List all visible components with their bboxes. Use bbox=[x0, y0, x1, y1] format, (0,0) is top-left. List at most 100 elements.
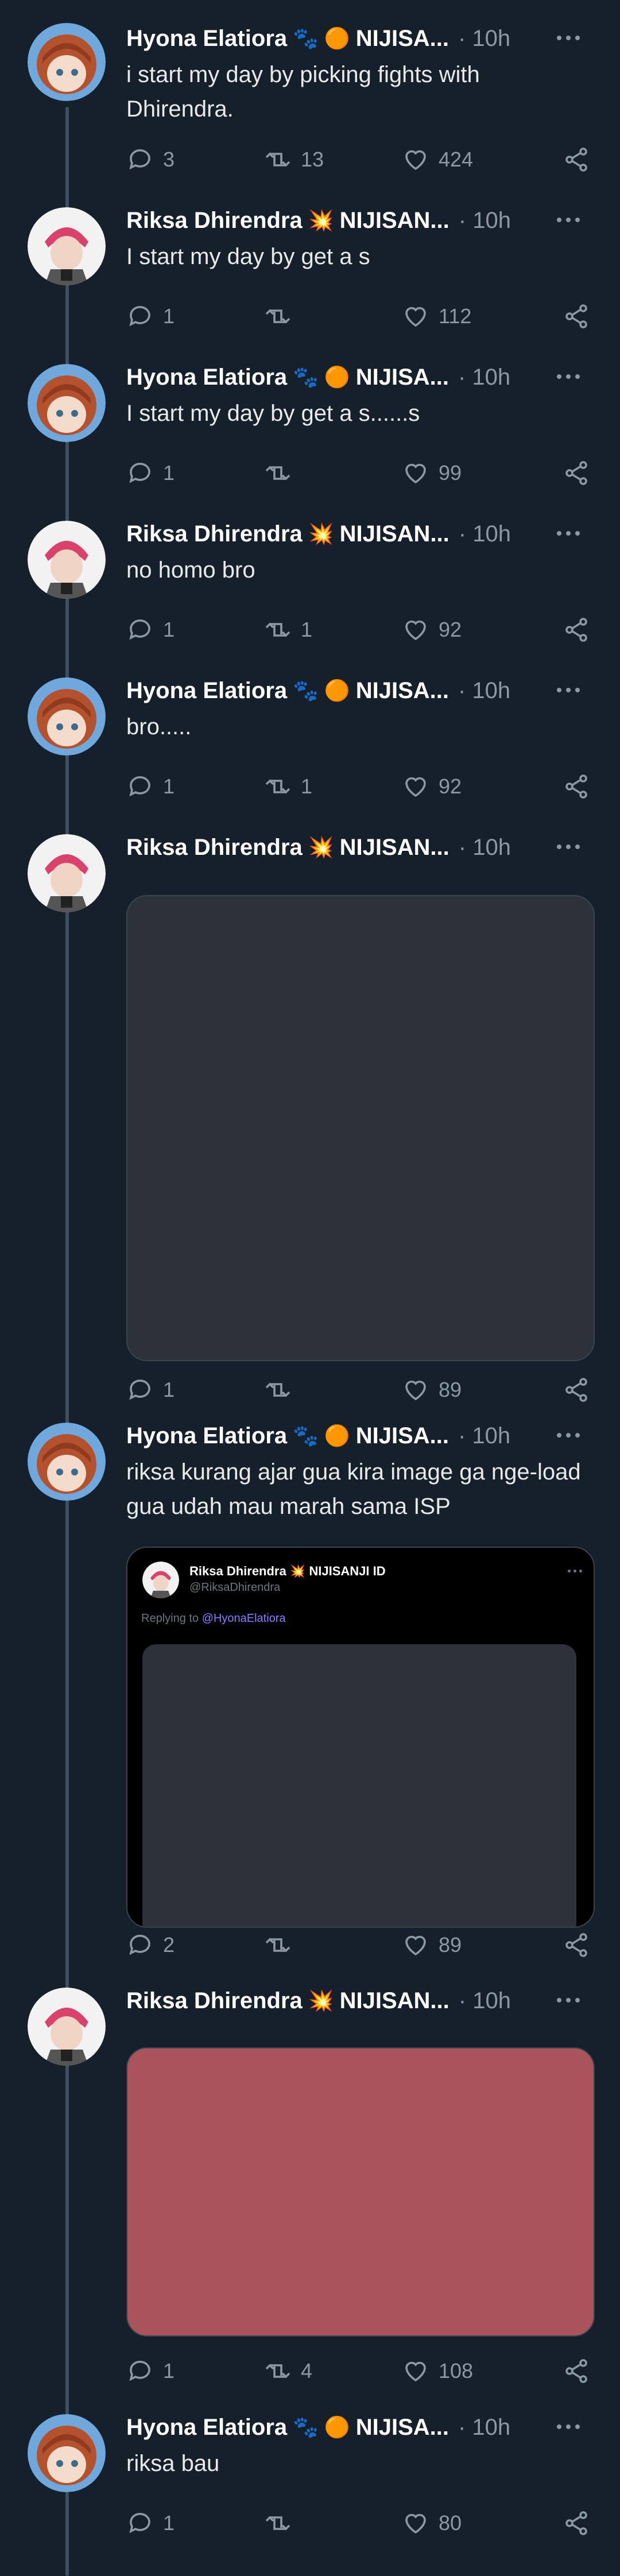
avatar-hyona[interactable] bbox=[28, 23, 106, 101]
like-button[interactable]: 80 bbox=[402, 2506, 462, 2540]
display-name[interactable]: Hyona Elatiora bbox=[126, 1423, 287, 1449]
retweet-button[interactable] bbox=[264, 2506, 301, 2540]
share-button[interactable] bbox=[563, 1928, 590, 1962]
avatar-hyona[interactable] bbox=[28, 677, 106, 756]
retweet-count: 4 bbox=[301, 2359, 313, 2383]
reply-button[interactable]: 1 bbox=[126, 613, 175, 647]
reply-icon bbox=[129, 776, 150, 797]
share-button[interactable] bbox=[563, 2354, 590, 2388]
like-button[interactable]: 89 bbox=[402, 1373, 462, 1407]
timestamp[interactable]: · 10h bbox=[458, 26, 510, 52]
avatar-hyona[interactable] bbox=[28, 1423, 106, 1501]
timestamp[interactable]: · 10h bbox=[458, 1423, 510, 1449]
retweet-button[interactable]: 1 bbox=[264, 769, 312, 804]
more-options-icon[interactable] bbox=[551, 26, 586, 49]
share-button[interactable] bbox=[563, 769, 590, 804]
avatar-riksa[interactable] bbox=[28, 521, 106, 599]
like-count: 89 bbox=[439, 1378, 462, 1401]
share-button[interactable] bbox=[563, 456, 590, 490]
collision-icon: 💥 bbox=[308, 835, 334, 859]
replying-to-link[interactable]: @HyonaElatiora bbox=[202, 1612, 286, 1625]
quoted-tweet[interactable]: Riksa Dhirendra 💥 NIJISANJI ID @RiksaDhi… bbox=[126, 1547, 595, 1928]
share-button[interactable] bbox=[563, 2506, 590, 2540]
share-button[interactable] bbox=[563, 1373, 590, 1407]
share-button[interactable] bbox=[563, 142, 590, 177]
display-name[interactable]: Hyona Elatiora bbox=[126, 678, 287, 704]
avatar-hyona[interactable] bbox=[28, 364, 106, 442]
retweet-button[interactable] bbox=[264, 456, 301, 490]
reply-button[interactable]: 3 bbox=[126, 142, 175, 177]
retweet-button[interactable] bbox=[264, 1373, 301, 1407]
more-options-icon[interactable] bbox=[551, 208, 586, 231]
orange-badge-icon: 🟠 bbox=[324, 679, 350, 702]
like-button[interactable]: 89 bbox=[402, 1928, 462, 1962]
share-button[interactable] bbox=[563, 613, 590, 647]
like-button[interactable]: 112 bbox=[402, 299, 471, 334]
like-button[interactable]: 92 bbox=[402, 613, 462, 647]
reply-button[interactable]: 1 bbox=[126, 299, 175, 334]
timestamp[interactable]: · 10h bbox=[458, 678, 510, 704]
like-button[interactable]: 92 bbox=[402, 769, 462, 804]
quoted-avatar bbox=[142, 1562, 179, 1598]
collision-icon: 💥 bbox=[308, 522, 334, 545]
retweet-icon bbox=[265, 466, 290, 481]
reply-button[interactable]: 2 bbox=[126, 1928, 175, 1962]
reply-button[interactable]: 1 bbox=[126, 2354, 175, 2388]
display-name[interactable]: Riksa Dhirendra bbox=[126, 1988, 303, 2014]
timestamp[interactable]: · 10h bbox=[459, 835, 511, 861]
avatar-riksa[interactable] bbox=[28, 1988, 106, 2066]
reply-button[interactable]: 1 bbox=[126, 456, 175, 490]
thread-line bbox=[65, 107, 69, 2576]
retweet-button[interactable]: 4 bbox=[264, 2354, 312, 2388]
share-icon bbox=[565, 461, 587, 485]
more-options-icon[interactable] bbox=[551, 835, 586, 858]
share-icon bbox=[565, 304, 587, 328]
tweet-header: Hyona Elatiora 🐾 🟠 NIJISA... · 10h bbox=[126, 1420, 586, 1451]
more-options-icon[interactable] bbox=[551, 522, 586, 545]
reply-icon bbox=[129, 306, 150, 327]
display-name[interactable]: Riksa Dhirendra bbox=[126, 835, 303, 861]
retweet-button[interactable] bbox=[264, 1928, 301, 1962]
heart-icon bbox=[405, 307, 426, 327]
more-options-icon[interactable] bbox=[551, 1424, 586, 1447]
avatar-hyona[interactable] bbox=[28, 2414, 106, 2492]
timestamp[interactable]: · 10h bbox=[459, 1988, 511, 2014]
avatar-riksa[interactable] bbox=[28, 834, 106, 912]
retweet-button[interactable] bbox=[264, 299, 301, 334]
more-options-icon[interactable] bbox=[551, 1989, 586, 2012]
like-button[interactable]: 424 bbox=[402, 142, 473, 177]
avatar-riksa[interactable] bbox=[28, 207, 106, 285]
retweet-button[interactable]: 13 bbox=[264, 142, 324, 177]
more-options-icon[interactable] bbox=[551, 679, 586, 702]
reply-icon bbox=[129, 149, 150, 170]
quoted-image bbox=[142, 1644, 576, 1927]
media-image[interactable] bbox=[126, 2047, 595, 2337]
display-name[interactable]: Riksa Dhirendra bbox=[126, 208, 303, 234]
display-name[interactable]: Hyona Elatiora bbox=[126, 26, 287, 52]
reply-button[interactable]: 1 bbox=[126, 1373, 175, 1407]
media-image[interactable] bbox=[126, 895, 595, 1361]
more-options-icon[interactable] bbox=[551, 365, 586, 388]
reply-count: 1 bbox=[163, 774, 175, 798]
tweet-header: Hyona Elatiora 🐾 🟠 NIJISA... · 10h bbox=[126, 23, 586, 54]
reply-button[interactable]: 1 bbox=[126, 769, 175, 804]
like-button[interactable]: 108 bbox=[402, 2354, 473, 2388]
display-name[interactable]: Hyona Elatiora bbox=[126, 2415, 287, 2441]
retweet-button[interactable]: 1 bbox=[264, 613, 312, 647]
action-bar: 1 1 92 bbox=[126, 769, 597, 804]
quoted-name: Riksa Dhirendra 💥 NIJISANJI ID bbox=[189, 1564, 386, 1578]
share-button[interactable] bbox=[563, 299, 590, 334]
more-options-icon[interactable] bbox=[551, 2415, 586, 2438]
heart-icon bbox=[405, 150, 426, 171]
timestamp[interactable]: · 10h bbox=[458, 2415, 510, 2441]
reply-button[interactable]: 1 bbox=[126, 2506, 175, 2540]
like-button[interactable]: 99 bbox=[402, 456, 462, 490]
timestamp[interactable]: · 10h bbox=[459, 208, 511, 234]
like-count: 108 bbox=[439, 2359, 474, 2383]
timestamp[interactable]: · 10h bbox=[458, 365, 510, 390]
display-name[interactable]: Hyona Elatiora bbox=[126, 365, 287, 390]
display-name[interactable]: Riksa Dhirendra bbox=[126, 521, 303, 547]
timestamp[interactable]: · 10h bbox=[459, 521, 511, 547]
reply-icon bbox=[129, 1380, 150, 1400]
heart-icon bbox=[405, 1935, 426, 1956]
